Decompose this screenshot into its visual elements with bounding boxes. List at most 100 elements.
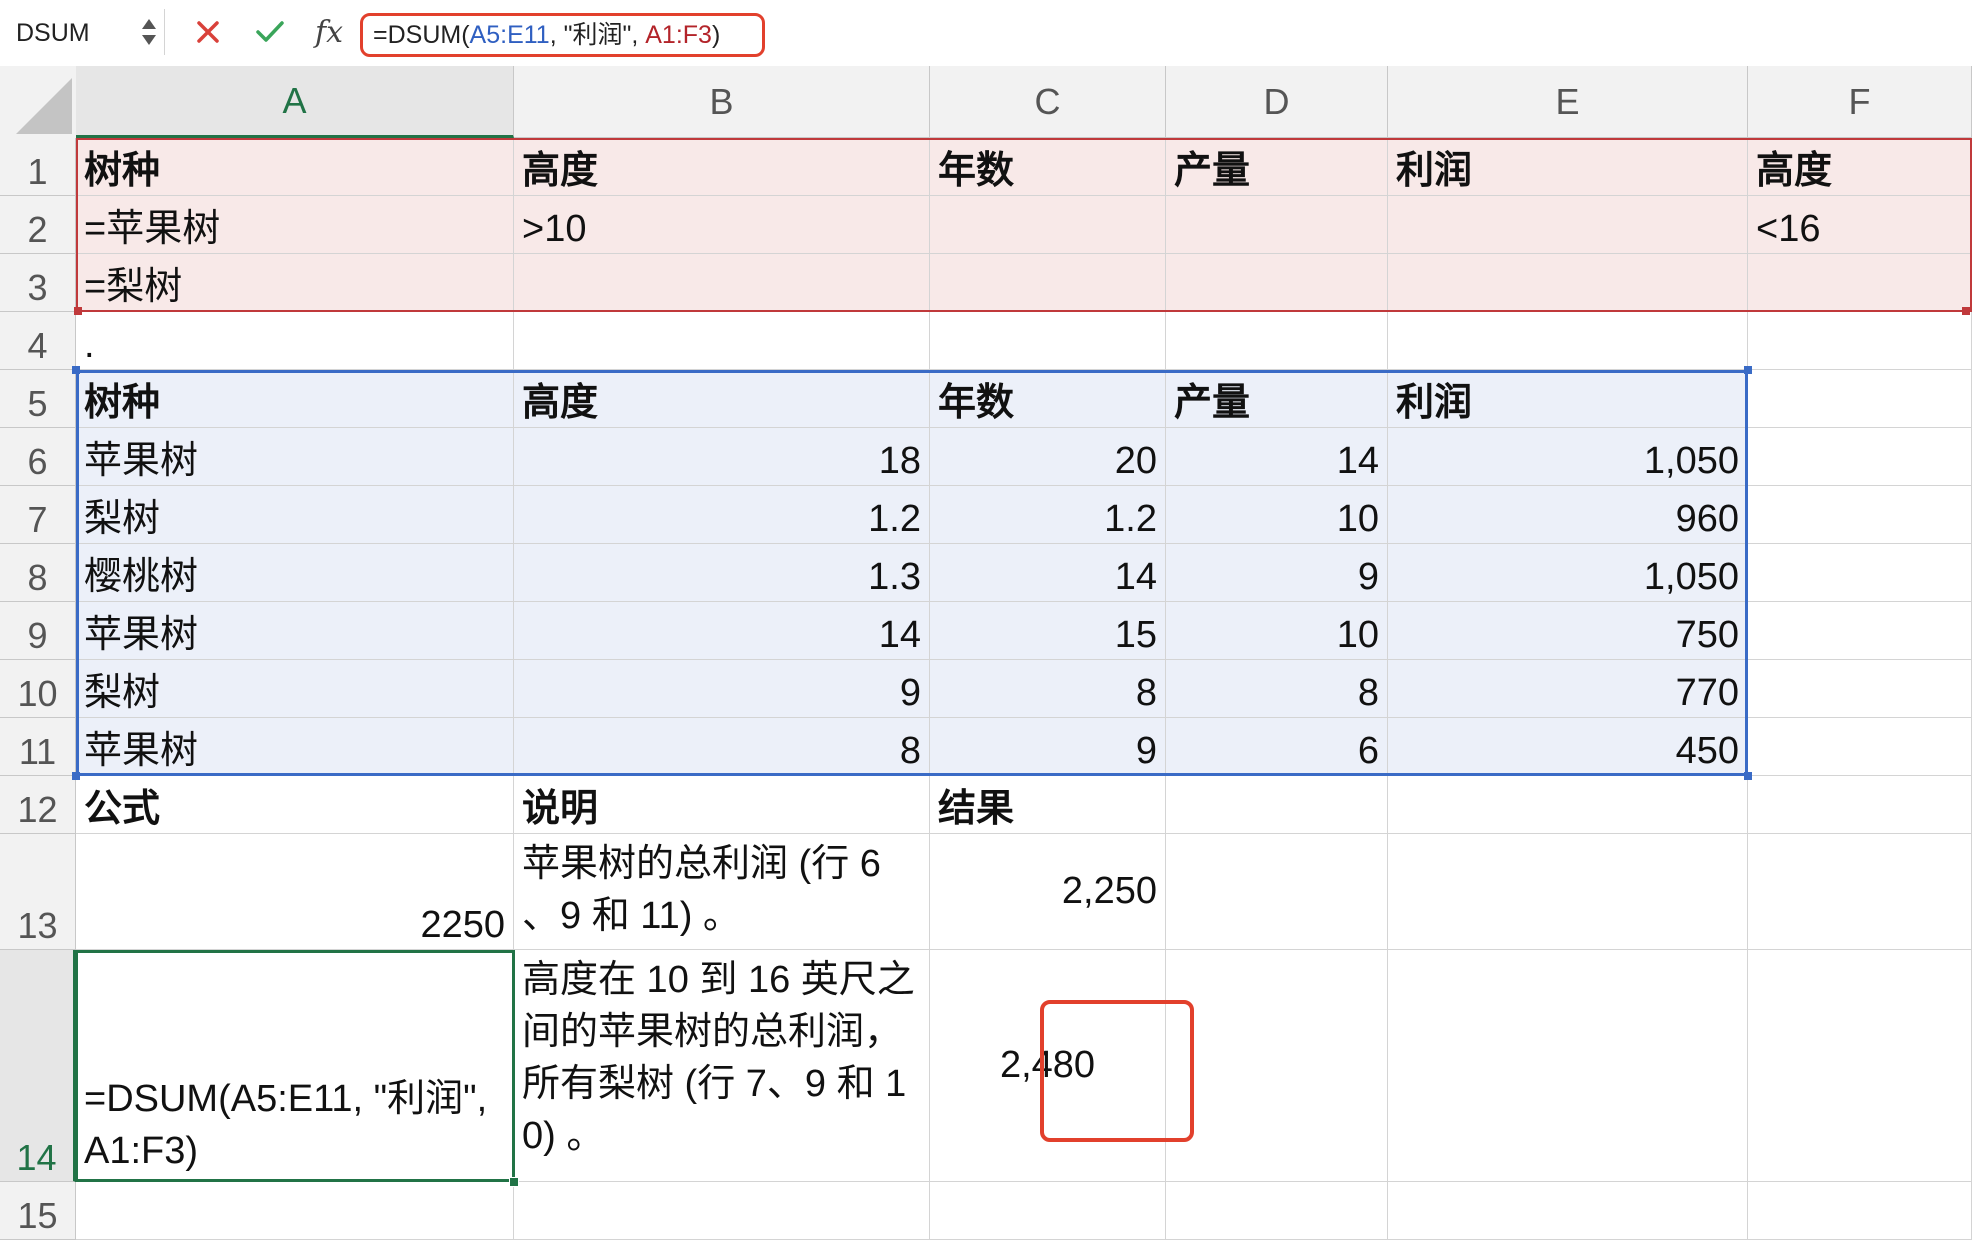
cell-b5[interactable]: 高度 [514, 370, 930, 428]
database-range-handle[interactable] [1744, 772, 1752, 780]
cell-e14[interactable] [1388, 950, 1748, 1182]
cell-f8[interactable] [1748, 544, 1972, 602]
cell-f7[interactable] [1748, 486, 1972, 544]
cell-a12[interactable]: 公式 [76, 776, 514, 834]
cell-e4[interactable] [1388, 312, 1748, 370]
cell-f15[interactable] [1748, 1182, 1972, 1240]
cell-a10[interactable]: 梨树 [76, 660, 514, 718]
cell-d9[interactable]: 10 [1166, 602, 1388, 660]
cell-f5[interactable] [1748, 370, 1972, 428]
cell-b11[interactable]: 8 [514, 718, 930, 776]
cell-d1[interactable]: 产量 [1166, 138, 1388, 196]
row-header-9[interactable]: 9 [0, 602, 76, 660]
cell-d13[interactable] [1166, 834, 1388, 950]
row-header-10[interactable]: 10 [0, 660, 76, 718]
cell-e7[interactable]: 960 [1388, 486, 1748, 544]
row-header-3[interactable]: 3 [0, 254, 76, 312]
cell-c9[interactable]: 15 [930, 602, 1166, 660]
cell-f14[interactable] [1748, 950, 1972, 1182]
cell-f13[interactable] [1748, 834, 1972, 950]
cell-d7[interactable]: 10 [1166, 486, 1388, 544]
cell-d3[interactable] [1166, 254, 1388, 312]
cell-e1[interactable]: 利润 [1388, 138, 1748, 196]
cell-f4[interactable] [1748, 312, 1972, 370]
cell-f1[interactable]: 高度 [1748, 138, 1972, 196]
cell-d15[interactable] [1166, 1182, 1388, 1240]
cell-f12[interactable] [1748, 776, 1972, 834]
cell-f6[interactable] [1748, 428, 1972, 486]
cell-b8[interactable]: 1.3 [514, 544, 930, 602]
row-header-2[interactable]: 2 [0, 196, 76, 254]
cell-f9[interactable] [1748, 602, 1972, 660]
cell-a4[interactable]: . [76, 312, 514, 370]
row-header-5[interactable]: 5 [0, 370, 76, 428]
cell-a8[interactable]: 樱桃树 [76, 544, 514, 602]
cell-b9[interactable]: 14 [514, 602, 930, 660]
database-range-handle[interactable] [1744, 366, 1752, 374]
cell-c15[interactable] [930, 1182, 1166, 1240]
column-header-f[interactable]: F [1748, 66, 1972, 138]
cell-d6[interactable]: 14 [1166, 428, 1388, 486]
row-header-12[interactable]: 12 [0, 776, 76, 834]
formula-input[interactable]: =DSUM(A5:E11, "利润", A1:F3) [360, 13, 765, 57]
cancel-icon[interactable] [188, 12, 228, 52]
cell-d14[interactable] [1166, 950, 1388, 1182]
cell-d10[interactable]: 8 [1166, 660, 1388, 718]
cell-f11[interactable] [1748, 718, 1972, 776]
database-range-handle[interactable] [72, 366, 80, 374]
cell-d11[interactable]: 6 [1166, 718, 1388, 776]
cell-a6[interactable]: 苹果树 [76, 428, 514, 486]
cell-b7[interactable]: 1.2 [514, 486, 930, 544]
cell-a1[interactable]: 树种 [76, 138, 514, 196]
cell-d8[interactable]: 9 [1166, 544, 1388, 602]
row-header-11[interactable]: 11 [0, 718, 76, 776]
select-all-corner[interactable] [0, 66, 77, 139]
cell-a13[interactable]: 2250 [76, 834, 514, 950]
row-header-15[interactable]: 15 [0, 1182, 76, 1240]
cell-a2[interactable]: =苹果树 [76, 196, 514, 254]
criteria-range-handle[interactable] [1962, 307, 1970, 315]
cell-c8[interactable]: 14 [930, 544, 1166, 602]
cell-c11[interactable]: 9 [930, 718, 1166, 776]
cell-a7[interactable]: 梨树 [76, 486, 514, 544]
cell-e8[interactable]: 1,050 [1388, 544, 1748, 602]
database-range-handle[interactable] [72, 772, 80, 780]
cell-c14[interactable]: 2,480 [930, 950, 1166, 1182]
name-box-spinner-icon[interactable] [140, 17, 158, 49]
insert-function-icon[interactable]: fx [308, 12, 350, 52]
cell-b12[interactable]: 说明 [514, 776, 930, 834]
cell-c2[interactable] [930, 196, 1166, 254]
cell-a15[interactable] [76, 1182, 514, 1240]
cell-b10[interactable]: 9 [514, 660, 930, 718]
cell-c4[interactable] [930, 312, 1166, 370]
cell-e2[interactable] [1388, 196, 1748, 254]
cell-b1[interactable]: 高度 [514, 138, 930, 196]
cell-b2[interactable]: >10 [514, 196, 930, 254]
row-header-14[interactable]: 14 [0, 950, 76, 1182]
cell-d2[interactable] [1166, 196, 1388, 254]
cell-c5[interactable]: 年数 [930, 370, 1166, 428]
row-header-7[interactable]: 7 [0, 486, 76, 544]
column-header-c[interactable]: C [930, 66, 1166, 138]
cell-b15[interactable] [514, 1182, 930, 1240]
cell-a11[interactable]: 苹果树 [76, 718, 514, 776]
cell-f10[interactable] [1748, 660, 1972, 718]
cell-e9[interactable]: 750 [1388, 602, 1748, 660]
cell-f2[interactable]: <16 [1748, 196, 1972, 254]
cell-b14[interactable]: 高度在 10 到 16 英尺之间的苹果树的总利润，所有梨树 (行 7、9 和 1… [514, 950, 930, 1182]
cell-e13[interactable] [1388, 834, 1748, 950]
cell-c6[interactable]: 20 [930, 428, 1166, 486]
cell-f3[interactable] [1748, 254, 1972, 312]
cell-c1[interactable]: 年数 [930, 138, 1166, 196]
cell-b3[interactable] [514, 254, 930, 312]
column-header-e[interactable]: E [1388, 66, 1748, 138]
cell-a5[interactable]: 树种 [76, 370, 514, 428]
column-header-b[interactable]: B [514, 66, 930, 138]
row-header-8[interactable]: 8 [0, 544, 76, 602]
criteria-range-handle[interactable] [74, 307, 82, 315]
row-header-4[interactable]: 4 [0, 312, 76, 370]
cell-a9[interactable]: 苹果树 [76, 602, 514, 660]
fill-handle[interactable] [509, 1177, 519, 1187]
cell-c13[interactable]: 2,250 [930, 834, 1166, 950]
cell-e15[interactable] [1388, 1182, 1748, 1240]
